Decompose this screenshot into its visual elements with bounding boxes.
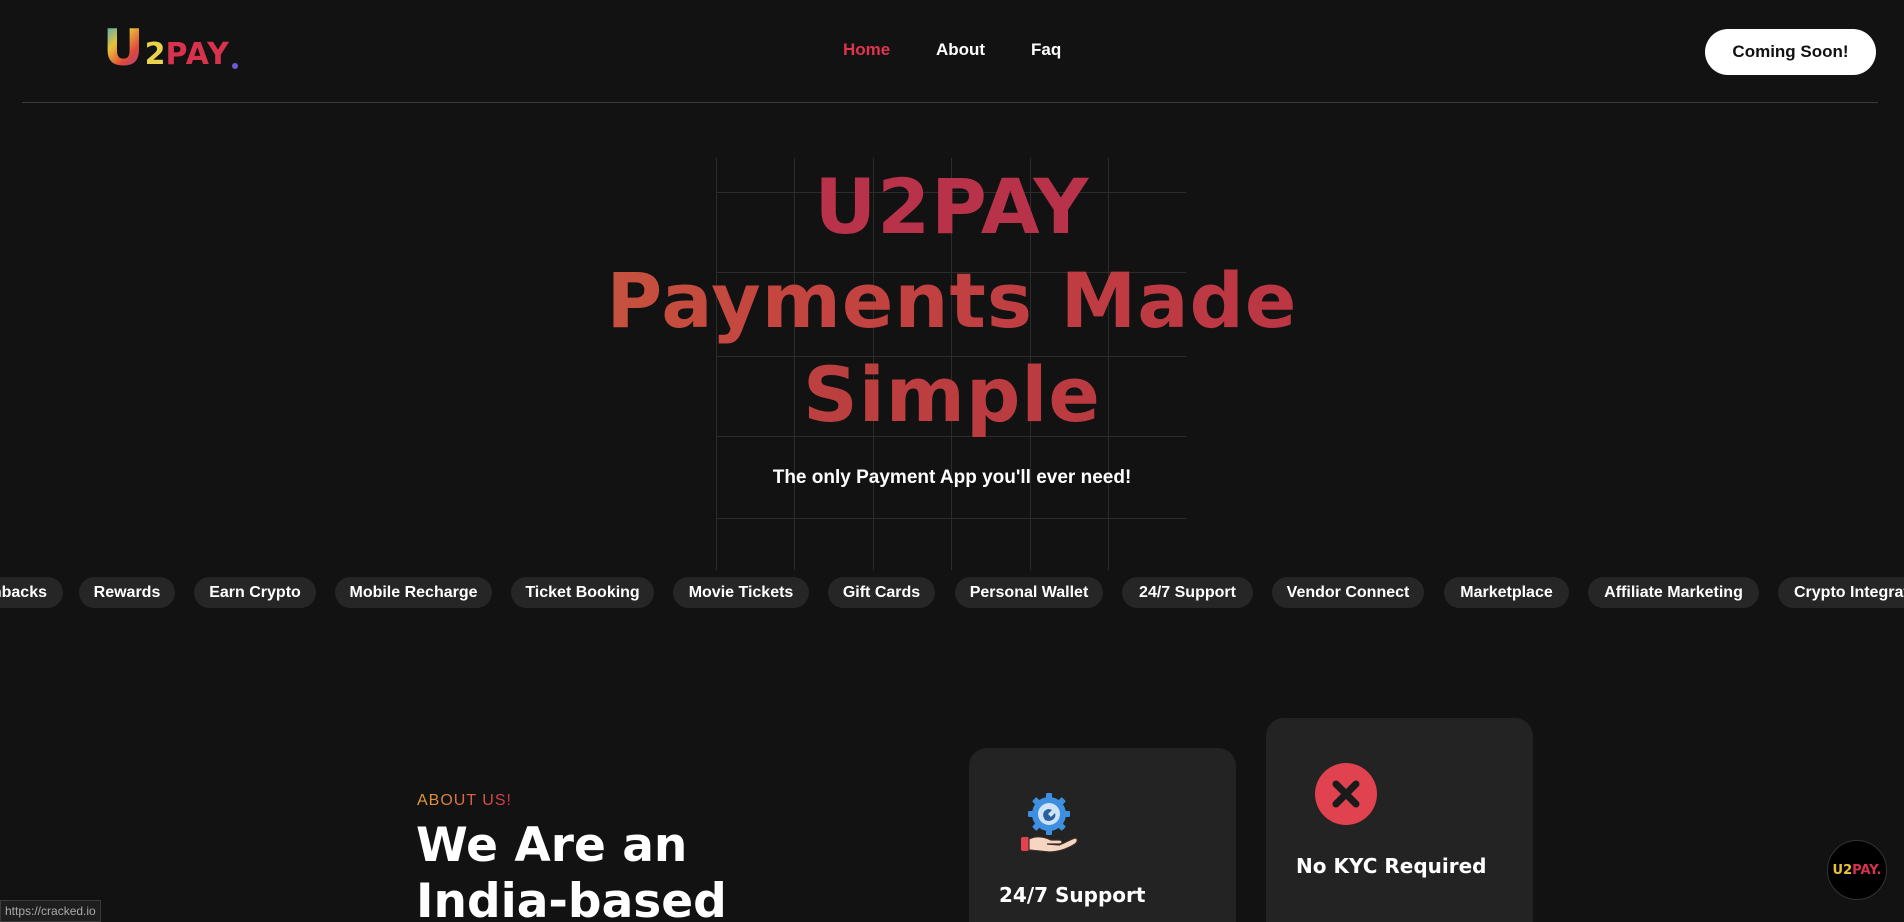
close-circle-icon <box>1315 763 1377 825</box>
floating-logo-pay: PAY. <box>1852 862 1882 878</box>
nav-link-faq[interactable]: Faq <box>1031 40 1061 60</box>
feature-marquee: Cashbacks Rewards Earn Crypto Mobile Rec… <box>0 577 1904 608</box>
feature-chip: Ticket Booking <box>511 577 654 608</box>
feature-card-support: 24/7 Support <box>969 748 1236 922</box>
main-nav: Home About Faq <box>0 40 1904 64</box>
support-hand-gear-icon <box>1019 793 1079 855</box>
floating-logo-2: 2 <box>1843 862 1853 878</box>
hero-title-brand: U2PAY <box>814 162 1090 251</box>
support-card-title: 24/7 Support <box>999 883 1146 907</box>
nav-link-about[interactable]: About <box>936 40 985 60</box>
feature-chip: Movie Tickets <box>673 577 809 608</box>
feature-chip: Affiliate Marketing <box>1588 577 1759 608</box>
feature-chip: Rewards <box>79 577 175 608</box>
feature-chip: Earn Crypto <box>194 577 316 608</box>
about-title-line-2: India-based <box>416 874 727 922</box>
about-section-label: ABOUT US! <box>417 792 512 809</box>
feature-card-no-kyc: No KYC Required <box>1266 718 1533 922</box>
no-kyc-card-title: No KYC Required <box>1296 854 1487 878</box>
feature-chip: Marketplace <box>1444 577 1569 608</box>
about-section-title: We Are an India-based <box>416 818 866 922</box>
top-navigation-bar: U 2 PAY Home About Faq Coming Soon! <box>0 0 1904 104</box>
feature-chip: 24/7 Support <box>1122 577 1253 608</box>
floating-logo-button[interactable]: U 2 PAY. <box>1827 840 1887 900</box>
nav-link-home[interactable]: Home <box>843 40 890 60</box>
feature-chip: Mobile Recharge <box>335 577 492 608</box>
hero-title-line-2: Payments Made <box>0 254 1904 348</box>
hero-tagline: The only Payment App you'll ever need! <box>772 467 1132 488</box>
feature-chip: Personal Wallet <box>955 577 1103 608</box>
hero-heading: U2PAY Payments Made Simple <box>0 160 1904 442</box>
about-title-line-1: We Are an <box>416 818 688 873</box>
floating-logo-u: U <box>1832 862 1844 878</box>
coming-soon-button[interactable]: Coming Soon! <box>1705 29 1876 75</box>
feature-chip: Vendor Connect <box>1272 577 1424 608</box>
hero-title-line-3: Simple <box>0 348 1904 442</box>
feature-chip: Cashbacks <box>0 577 63 608</box>
feature-chip: Gift Cards <box>828 577 935 608</box>
feature-chip: Crypto Integration <box>1778 577 1904 608</box>
browser-status-url: https://cracked.io <box>0 900 101 922</box>
header-divider <box>22 102 1878 103</box>
